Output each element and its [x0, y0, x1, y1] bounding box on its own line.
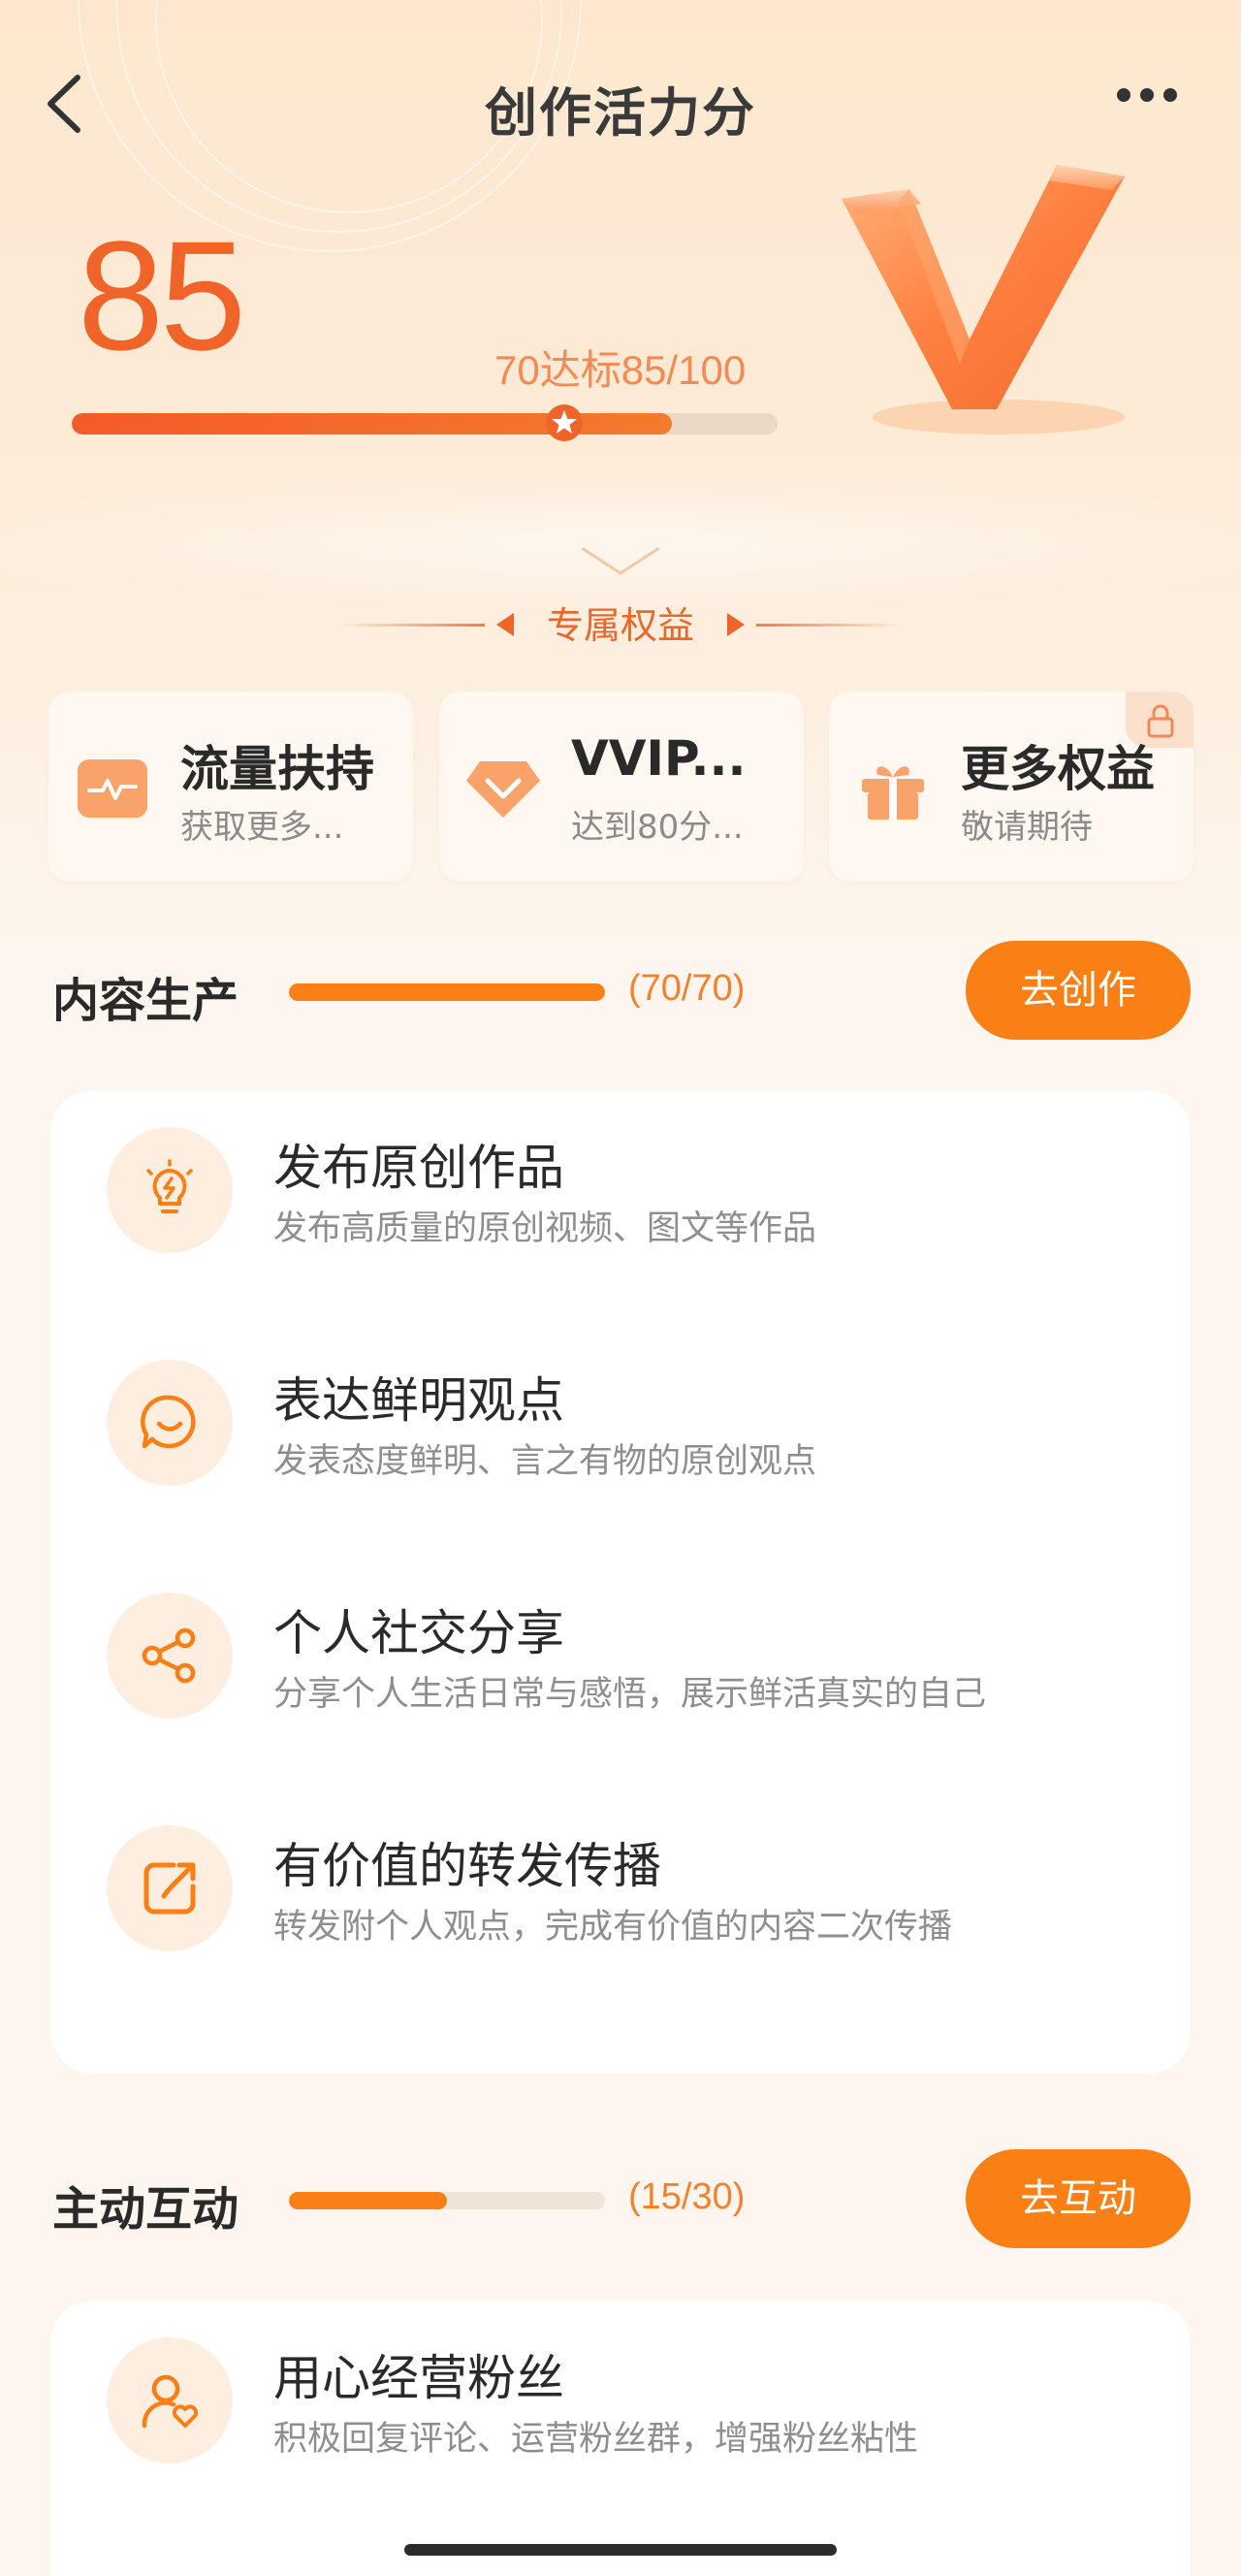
section-title: 主动互动 [52, 2182, 239, 2237]
go-interact-button[interactable]: 去互动 [966, 2149, 1191, 2248]
benefit-title: VVIP... [571, 730, 747, 787]
item-title: 个人社交分享 [273, 1605, 564, 1661]
section-header-content: 内容生产 (70/70) 去创作 [0, 941, 1241, 1040]
divider-line [756, 624, 902, 627]
go-create-button[interactable]: 去创作 [966, 941, 1191, 1040]
star-icon [546, 404, 583, 441]
more-dots-icon [1163, 88, 1177, 102]
fan-heart-icon [142, 2374, 199, 2429]
triangle-left-icon [496, 613, 514, 636]
item-title: 表达鲜明观点 [273, 1372, 564, 1429]
score-value: 85 [78, 209, 246, 382]
list-item[interactable]: 有价值的转发传播 转发附个人观点，完成有价值的内容二次传播 [50, 1788, 1191, 1982]
vip-v-logo-icon [842, 165, 1125, 435]
top-nav: 创作活力分 [0, 48, 1241, 155]
divider-line [339, 624, 485, 627]
benefit-card-more[interactable]: 更多权益 敬请期待 [829, 692, 1193, 882]
item-icon-bg [107, 1127, 233, 1253]
item-description: 发表态度鲜明、言之有物的原创观点 [273, 1442, 817, 1481]
benefit-title: 流量扶持 [180, 741, 374, 797]
score-progress-bar [72, 413, 778, 435]
item-description: 发布高质量的原创视频、图文等作品 [273, 1209, 817, 1248]
benefit-title: 更多权益 [961, 741, 1155, 797]
benefit-card-vvip[interactable]: VVIP... 达到80分... [439, 692, 804, 882]
forward-icon [143, 1862, 196, 1915]
section-progress-fill [289, 2192, 447, 2209]
item-icon-bg [107, 1825, 233, 1951]
gift-icon [862, 766, 924, 820]
item-title: 发布原创作品 [273, 1140, 564, 1196]
list-item[interactable]: 发布原创作品 发布高质量的原创视频、图文等作品 [50, 1090, 1191, 1284]
item-title: 有价值的转发传播 [273, 1838, 661, 1894]
item-description: 转发附个人观点，完成有价值的内容二次传播 [273, 1908, 953, 1947]
decorative-arc [0, 466, 1241, 621]
score-target-text: 70达标85/100 [494, 347, 747, 393]
section-count: (70/70) [628, 968, 746, 1009]
section-progress-bar [289, 2192, 605, 2209]
benefit-subtitle: 达到80分... [571, 808, 744, 847]
section-count: (15/30) [628, 2176, 746, 2217]
smile-bubble-icon [141, 1395, 196, 1449]
more-dots-icon [1140, 88, 1154, 102]
item-icon-bg [107, 2337, 233, 2463]
benefit-card-traffic[interactable]: 流量扶持 获取更多... [48, 692, 413, 882]
list-item[interactable]: 用心经营粉丝 积极回复评论、运营粉丝群，增强粉丝粘性 [50, 2301, 1191, 2495]
list-item[interactable]: 个人社交分享 分享个人生活日常与感悟，展示鲜活真实的自己 [50, 1556, 1191, 1750]
more-dots-icon [1117, 88, 1130, 102]
traffic-pulse-icon [78, 759, 147, 818]
triangle-right-icon [727, 613, 745, 636]
item-title: 用心经营粉丝 [273, 2350, 564, 2406]
benefit-subtitle: 敬请期待 [961, 808, 1093, 847]
item-icon-bg [107, 1360, 233, 1486]
benefit-subtitle: 获取更多... [180, 808, 344, 847]
diamond-icon [466, 761, 540, 818]
item-description: 分享个人生活日常与感悟，展示鲜活真实的自己 [273, 1675, 987, 1714]
section-title: 内容生产 [52, 974, 239, 1028]
more-button[interactable] [1117, 87, 1194, 116]
content-task-card: 发布原创作品 发布高质量的原创视频、图文等作品 表达鲜明观点 发表态度鲜明、言之… [50, 1090, 1191, 2074]
list-item[interactable]: 表达鲜明观点 发表态度鲜明、言之有物的原创观点 [50, 1323, 1191, 1517]
section-progress-bar [289, 983, 605, 1001]
interaction-task-card: 用心经营粉丝 积极回复评论、运营粉丝群，增强粉丝粘性 [50, 2301, 1191, 2576]
section-header-interaction: 主动互动 (15/30) 去互动 [0, 2149, 1241, 2248]
lightbulb-icon [146, 1159, 193, 1213]
section-progress-fill [289, 983, 605, 1001]
item-description: 积极回复评论、运营粉丝群，增强粉丝粘性 [273, 2420, 919, 2459]
share-icon [142, 1627, 196, 1684]
section-notch [582, 548, 659, 575]
item-icon-bg [107, 1593, 233, 1719]
benefits-heading-label: 专属权益 [546, 604, 694, 647]
benefits-heading: 专属权益 [0, 603, 1241, 652]
page-title: 创作活力分 [485, 82, 756, 144]
home-indicator[interactable] [404, 2544, 837, 2556]
